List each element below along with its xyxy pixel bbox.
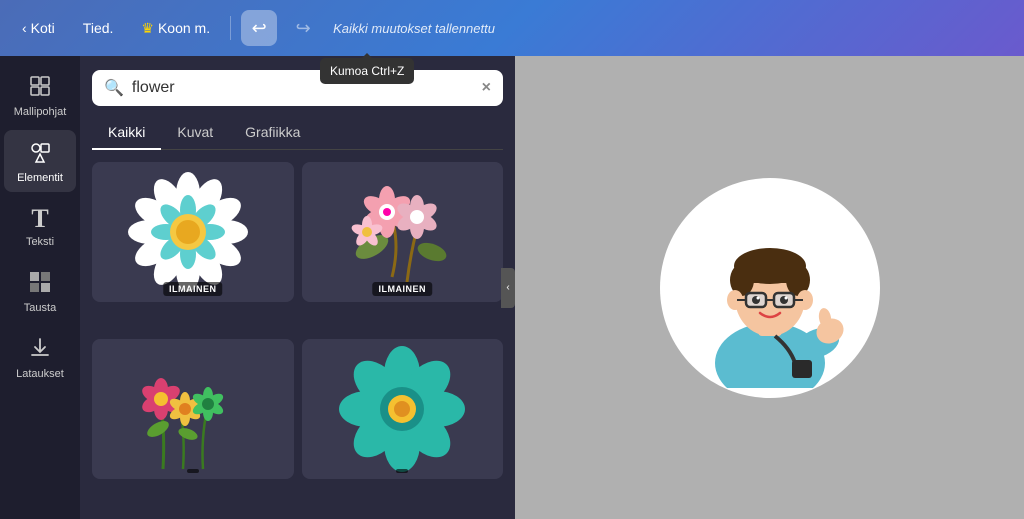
flower-item-daisy[interactable]: ILMAINEN: [92, 162, 294, 302]
status-text: Kaikki muutokset tallennettu: [333, 21, 495, 36]
mallipohjat-icon: [28, 74, 52, 102]
flower-badge-2: ILMAINEN: [373, 282, 433, 296]
sidebar-label-elementit: Elementit: [17, 172, 63, 184]
sidebar-label-lataukset: Lataukset: [16, 368, 64, 380]
lataukset-icon: [28, 336, 52, 364]
tausta-icon: [28, 270, 52, 298]
tab-kaikki[interactable]: Kaikki: [92, 116, 161, 150]
sidebar-item-lataukset[interactable]: Lataukset: [4, 326, 76, 388]
panel: 🔍 × Kaikki Kuvat Grafiikka: [80, 56, 515, 519]
back-icon: ‹: [22, 20, 27, 36]
redo-button[interactable]: ↪: [285, 10, 321, 46]
canvas-area: [515, 56, 1024, 519]
sidebar-item-teksti[interactable]: T Teksti: [4, 196, 76, 256]
undo-button[interactable]: ↩: [241, 10, 277, 46]
sidebar-item-mallipohjat[interactable]: Mallipohjat: [4, 64, 76, 126]
search-clear-button[interactable]: ×: [482, 79, 491, 97]
crown-icon: ♛: [141, 20, 154, 37]
flower-item-small[interactable]: [92, 339, 294, 479]
tab-kuvat[interactable]: Kuvat: [161, 116, 229, 150]
results-grid: ILMAINEN: [80, 150, 515, 519]
header: ‹ Koti Tied. ♛ Koon m. ↩ Kumoa Ctrl+Z ↪ …: [0, 0, 1024, 56]
koon-button[interactable]: ♛ Koon m.: [131, 14, 220, 43]
tab-bar: Kaikki Kuvat Grafiikka: [92, 116, 503, 150]
search-icon: 🔍: [104, 78, 124, 98]
sidebar: Mallipohjat Elementit T Teksti: [0, 56, 80, 519]
flower-badge-4: [396, 469, 408, 473]
canvas-right[interactable]: [515, 56, 1024, 519]
search-bar: 🔍 ×: [92, 70, 503, 106]
main-layout: Mallipohjat Elementit T Teksti: [0, 56, 1024, 519]
back-button[interactable]: ‹ Koti: [12, 14, 65, 42]
file-label: Tied.: [83, 20, 114, 36]
elementit-icon: [28, 140, 52, 168]
back-label: Koti: [31, 20, 55, 36]
koon-label: Koon m.: [158, 20, 210, 36]
panel-collapse-handle[interactable]: ‹: [501, 268, 515, 308]
sidebar-item-elementit[interactable]: Elementit: [4, 130, 76, 192]
flower-badge-1: ILMAINEN: [163, 282, 223, 296]
sidebar-label-tausta: Tausta: [24, 302, 56, 314]
flower-item-bouquet[interactable]: ILMAINEN: [302, 162, 504, 302]
sidebar-label-mallipohjat: Mallipohjat: [14, 106, 67, 118]
file-button[interactable]: Tied.: [73, 14, 124, 42]
sidebar-item-tausta[interactable]: Tausta: [4, 260, 76, 322]
teksti-icon: T: [31, 206, 48, 232]
flower-item-teal[interactable]: [302, 339, 504, 479]
search-input[interactable]: [132, 79, 474, 97]
flower-badge-3: [187, 469, 199, 473]
undo-icon: ↩: [252, 18, 267, 39]
redo-icon: ↪: [296, 18, 311, 39]
header-divider: [230, 16, 231, 40]
tab-grafiikka[interactable]: Grafiikka: [229, 116, 316, 150]
avatar-container: [660, 178, 880, 398]
sidebar-label-teksti: Teksti: [26, 236, 54, 248]
